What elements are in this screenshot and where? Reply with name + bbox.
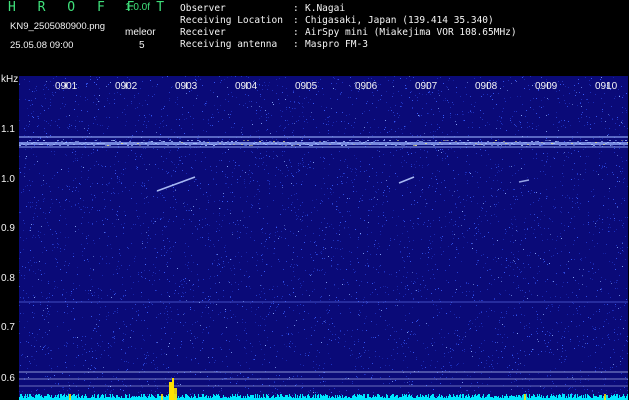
peak-marker	[174, 388, 177, 400]
x-tick-label: 0908	[475, 81, 498, 92]
y-tick-label: 1.0	[1, 174, 15, 185]
spectrogram-window: H R O F F T 1.0.0f KN9_2505080900.png me…	[0, 0, 629, 400]
spectrogram-canvas	[19, 76, 628, 400]
carrier-band	[19, 142, 628, 145]
metadata-table: Observer: K.Nagai Receiving Location: Chig…	[180, 3, 517, 51]
meteor-streak	[518, 179, 530, 183]
meta-value: Chigasaki, Japan (139.414 35.340)	[305, 15, 494, 26]
meta-value: K.Nagai	[305, 3, 346, 14]
power-baseline	[19, 394, 628, 400]
y-tick-label: 0.6	[1, 373, 15, 384]
y-tick-label: 0.8	[1, 273, 15, 284]
meteor-streak	[398, 176, 415, 184]
peak-marker	[172, 378, 174, 400]
meteor-streak	[156, 176, 196, 192]
site-label: meleor	[125, 27, 156, 38]
y-tick-label: 0.9	[1, 223, 15, 234]
x-tick-label: 0902	[115, 81, 138, 92]
meta-row-receiver: Receiver: AirSpy mini (Miakejima VOR 108.…	[180, 27, 517, 38]
peak-marker	[69, 394, 71, 400]
peak-marker	[524, 394, 526, 400]
count: 5	[139, 40, 145, 51]
y-axis-label: kHz	[1, 74, 19, 85]
x-tick-label: 0904	[235, 81, 258, 92]
meta-row-antenna: Receiving antenna: Maspro FM-3	[180, 39, 368, 50]
carrier-band	[19, 136, 628, 138]
app-version: 1.0.0f	[125, 2, 151, 13]
x-tick-label: 0909	[535, 81, 558, 92]
spectrogram-plot	[19, 76, 628, 400]
peak-marker	[604, 394, 606, 400]
x-tick-label: 0907	[415, 81, 438, 92]
x-tick-label: 0905	[295, 81, 318, 92]
meta-value: Maspro FM-3	[305, 39, 368, 50]
meta-key: Receiving Location	[180, 15, 283, 26]
x-tick-label: 0903	[175, 81, 198, 92]
x-tick-label: 0906	[355, 81, 378, 92]
meta-row-location: Receiving Location: Chigasaki, Japan (139…	[180, 15, 494, 26]
noise-texture	[19, 76, 628, 400]
x-tick-label: 0910	[595, 81, 618, 92]
peak-marker	[161, 394, 163, 400]
meta-key: Receiving antenna	[180, 39, 278, 50]
y-tick-label: 1.1	[1, 124, 15, 135]
meta-row-observer: Observer: K.Nagai	[180, 3, 346, 14]
carrier-band	[19, 146, 628, 148]
y-tick-label: 0.7	[1, 322, 15, 333]
meta-key: Receiver	[180, 27, 226, 38]
meta-value: AirSpy mini (Miakejima VOR 108.65MHz)	[305, 27, 517, 38]
file-name: KN9_2505080900.png	[10, 21, 106, 32]
x-tick-label: 0901	[55, 81, 78, 92]
datetime: 25.05.08 09:00	[10, 40, 74, 51]
meta-key: Observer	[180, 3, 226, 14]
